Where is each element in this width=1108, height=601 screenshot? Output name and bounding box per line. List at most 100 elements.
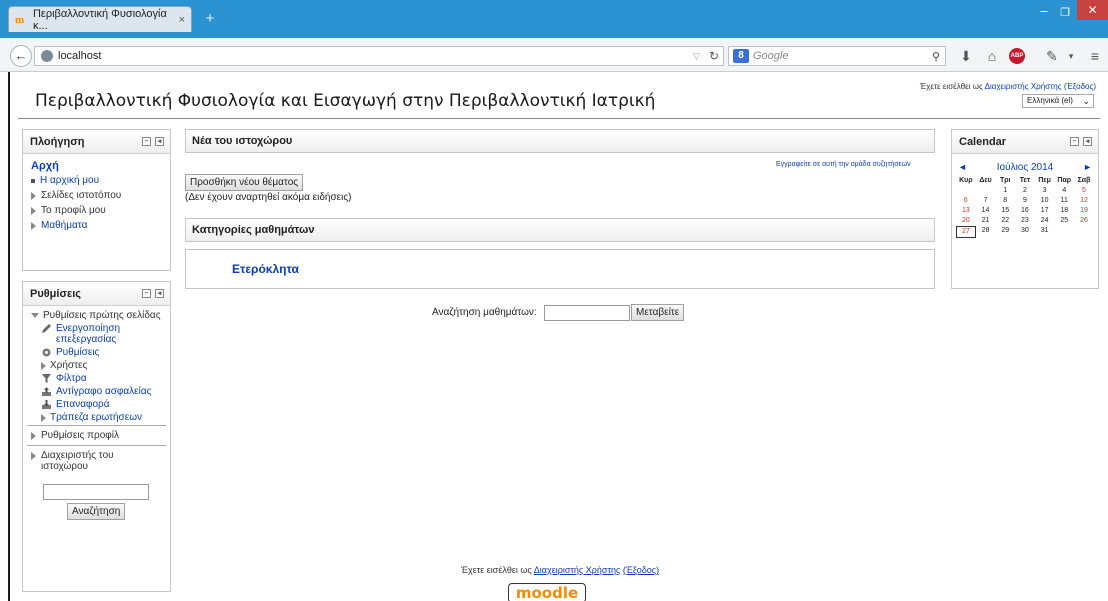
user-link[interactable]: Διαχειριστής Χρήστης — [985, 82, 1062, 91]
expand-icon — [41, 362, 46, 370]
extension-icon[interactable]: ✎ — [1044, 48, 1060, 64]
calendar-block: Calendar – ◂ ◄ Ιούλιος 2014 ► Κυρ Δευ Τρι Τ… — [951, 129, 1099, 289]
footer-user-link[interactable]: Διαχειριστής Χρήστης — [534, 565, 621, 575]
dock-icon[interactable]: ◂ — [155, 137, 164, 146]
nav-item-site-pages[interactable]: Σελίδες ιστοτόπου — [31, 188, 162, 203]
calendar-day[interactable]: 22 — [995, 216, 1015, 226]
calendar-today[interactable]: 27 — [956, 226, 976, 238]
settings-item-users[interactable]: Χρήστες — [31, 360, 164, 371]
category-link[interactable]: Ετερόκλητα — [232, 262, 299, 276]
go-button[interactable]: Μεταβείτε — [631, 304, 685, 321]
adblock-icon[interactable]: ABP — [1009, 48, 1025, 64]
menu-icon[interactable]: ≡ — [1088, 48, 1102, 64]
magnifier-icon[interactable]: ⚲ — [927, 50, 945, 63]
profile-settings-label: Ρυθμίσεις προφίλ — [41, 430, 119, 441]
chevron-down-icon[interactable]: ▾ — [1066, 48, 1076, 64]
settings-item-question-bank[interactable]: Τράπεζα ερωτήσεων — [31, 412, 164, 423]
settings-item-settings[interactable]: Ρυθμίσεις — [31, 347, 164, 358]
calendar-day[interactable]: 28 — [976, 226, 996, 236]
moodle-logo[interactable]: moodle — [508, 583, 586, 601]
reload-icon[interactable]: ↻ — [705, 49, 723, 63]
home-icon[interactable]: ⌂ — [984, 48, 1000, 64]
calendar-day[interactable]: 13 — [956, 206, 976, 216]
settings-item-restore[interactable]: Επαναφορά — [31, 399, 164, 410]
calendar-day[interactable]: 30 — [1015, 226, 1035, 236]
calendar-day[interactable]: 20 — [956, 216, 976, 226]
calendar-day[interactable]: 2 — [1015, 186, 1035, 196]
calendar-day[interactable]: 6 — [956, 196, 976, 206]
navigation-list: Η αρχική μου Σελίδες ιστοτόπου Το προφίλ… — [23, 172, 170, 237]
site-admin[interactable]: Διαχειριστής του ιστοχώρου — [23, 446, 170, 476]
nav-item-label: Η αρχική μου — [40, 175, 100, 186]
calendar-day[interactable]: 5 — [1074, 186, 1094, 196]
profile-settings[interactable]: Ρυθμίσεις προφίλ — [23, 426, 170, 445]
footer-logout-link[interactable]: (Έξοδος) — [623, 565, 659, 575]
url-bar[interactable]: localhost ▽ ↻ — [34, 46, 724, 66]
course-search-label: Αναζήτηση μαθημάτων: — [432, 307, 537, 318]
back-arrow-icon[interactable]: ← — [10, 45, 32, 67]
settings-item-editing[interactable]: Ενεργοποίηση επεξεργασίας — [31, 323, 164, 345]
window-close-icon[interactable]: ✕ — [1077, 0, 1108, 20]
calendar-day[interactable]: 25 — [1054, 216, 1074, 226]
calendar-month[interactable]: Ιούλιος 2014 — [997, 162, 1053, 173]
calendar-day[interactable]: 19 — [1074, 206, 1094, 216]
calendar-day[interactable]: 31 — [1035, 226, 1055, 236]
subscribe-link[interactable]: Εγγραφείτε σε αυτή την ομάδα συζητήσεων — [776, 161, 911, 168]
settings-item-label: Αντίγραφο ασφαλείας — [56, 386, 152, 397]
collapse-icon[interactable]: – — [142, 137, 151, 146]
calendar-day[interactable]: 29 — [995, 226, 1015, 236]
nav-home-link[interactable]: Αρχή — [31, 160, 59, 172]
url-dropdown-icon[interactable]: ▽ — [693, 51, 700, 62]
calendar-weekday: Κυρ — [959, 177, 973, 184]
maximize-icon[interactable]: ❐ — [1058, 6, 1072, 20]
collapse-arrow-icon — [31, 313, 39, 318]
calendar-day[interactable]: 23 — [1015, 216, 1035, 226]
calendar-day[interactable]: 3 — [1035, 186, 1055, 196]
calendar-day[interactable]: 7 — [976, 196, 996, 206]
nav-item-my-profile[interactable]: Το προφίλ μου — [31, 203, 162, 218]
calendar-day[interactable]: 18 — [1054, 206, 1074, 216]
calendar-day[interactable]: 12 — [1074, 196, 1094, 206]
logout-link[interactable]: (Έξοδος) — [1064, 82, 1096, 91]
minimize-icon[interactable]: – — [1037, 4, 1051, 20]
settings-search-button[interactable]: Αναζήτηση — [67, 503, 126, 520]
settings-item-backup[interactable]: Αντίγραφο ασφαλείας — [31, 386, 164, 397]
calendar-day[interactable]: 26 — [1074, 216, 1094, 226]
collapse-icon[interactable]: – — [1070, 137, 1079, 146]
nav-item-my-home[interactable]: Η αρχική μου — [31, 173, 162, 188]
download-icon[interactable]: ⬇ — [958, 48, 974, 64]
calendar-day[interactable]: 16 — [1015, 206, 1035, 216]
nav-item-courses[interactable]: Μαθήματα — [31, 218, 162, 233]
calendar-week-row: 27 28 29 30 31 — [956, 226, 1094, 238]
settings-search-input[interactable] — [43, 484, 149, 500]
calendar-day[interactable]: 15 — [995, 206, 1015, 216]
browser-tab[interactable]: m Περιβαλλοντική Φυσιολογία κ... × — [8, 6, 192, 32]
next-month-icon[interactable]: ► — [1083, 162, 1092, 172]
google-icon[interactable]: 8 — [733, 49, 749, 63]
url-text: localhost — [58, 50, 102, 62]
tab-close-icon[interactable]: × — [179, 14, 185, 26]
new-tab-button[interactable]: + — [200, 10, 220, 28]
dock-icon[interactable]: ◂ — [1083, 137, 1092, 146]
language-select[interactable]: Ελληνικά (el) ⌄ — [1022, 94, 1094, 108]
calendar-day[interactable]: 11 — [1054, 196, 1074, 206]
calendar-day[interactable]: 4 — [1054, 186, 1074, 196]
prev-month-icon[interactable]: ◄ — [958, 162, 967, 172]
calendar-day[interactable]: 10 — [1035, 196, 1055, 206]
calendar-day[interactable]: 17 — [1035, 206, 1055, 216]
calendar-day[interactable]: 8 — [995, 196, 1015, 206]
nav-item-label: Σελίδες ιστοτόπου — [41, 190, 122, 201]
dock-icon[interactable]: ◂ — [155, 289, 164, 298]
settings-item-filters[interactable]: Φίλτρα — [31, 373, 164, 384]
calendar-day[interactable]: 9 — [1015, 196, 1035, 206]
calendar-day[interactable]: 1 — [995, 186, 1015, 196]
calendar-day[interactable]: 21 — [976, 216, 996, 226]
calendar-day[interactable]: 14 — [976, 206, 996, 216]
course-search-input[interactable] — [544, 305, 630, 321]
add-topic-button[interactable]: Προσθήκη νέου θέματος — [185, 174, 304, 191]
frontpage-settings-label: Ρυθμίσεις πρώτης σελίδας — [43, 310, 161, 321]
calendar-day[interactable]: 24 — [1035, 216, 1055, 226]
frontpage-settings[interactable]: Ρυθμίσεις πρώτης σελίδας — [31, 310, 164, 321]
search-bar[interactable]: 8 Google ⚲ — [728, 46, 946, 66]
collapse-icon[interactable]: – — [142, 289, 151, 298]
